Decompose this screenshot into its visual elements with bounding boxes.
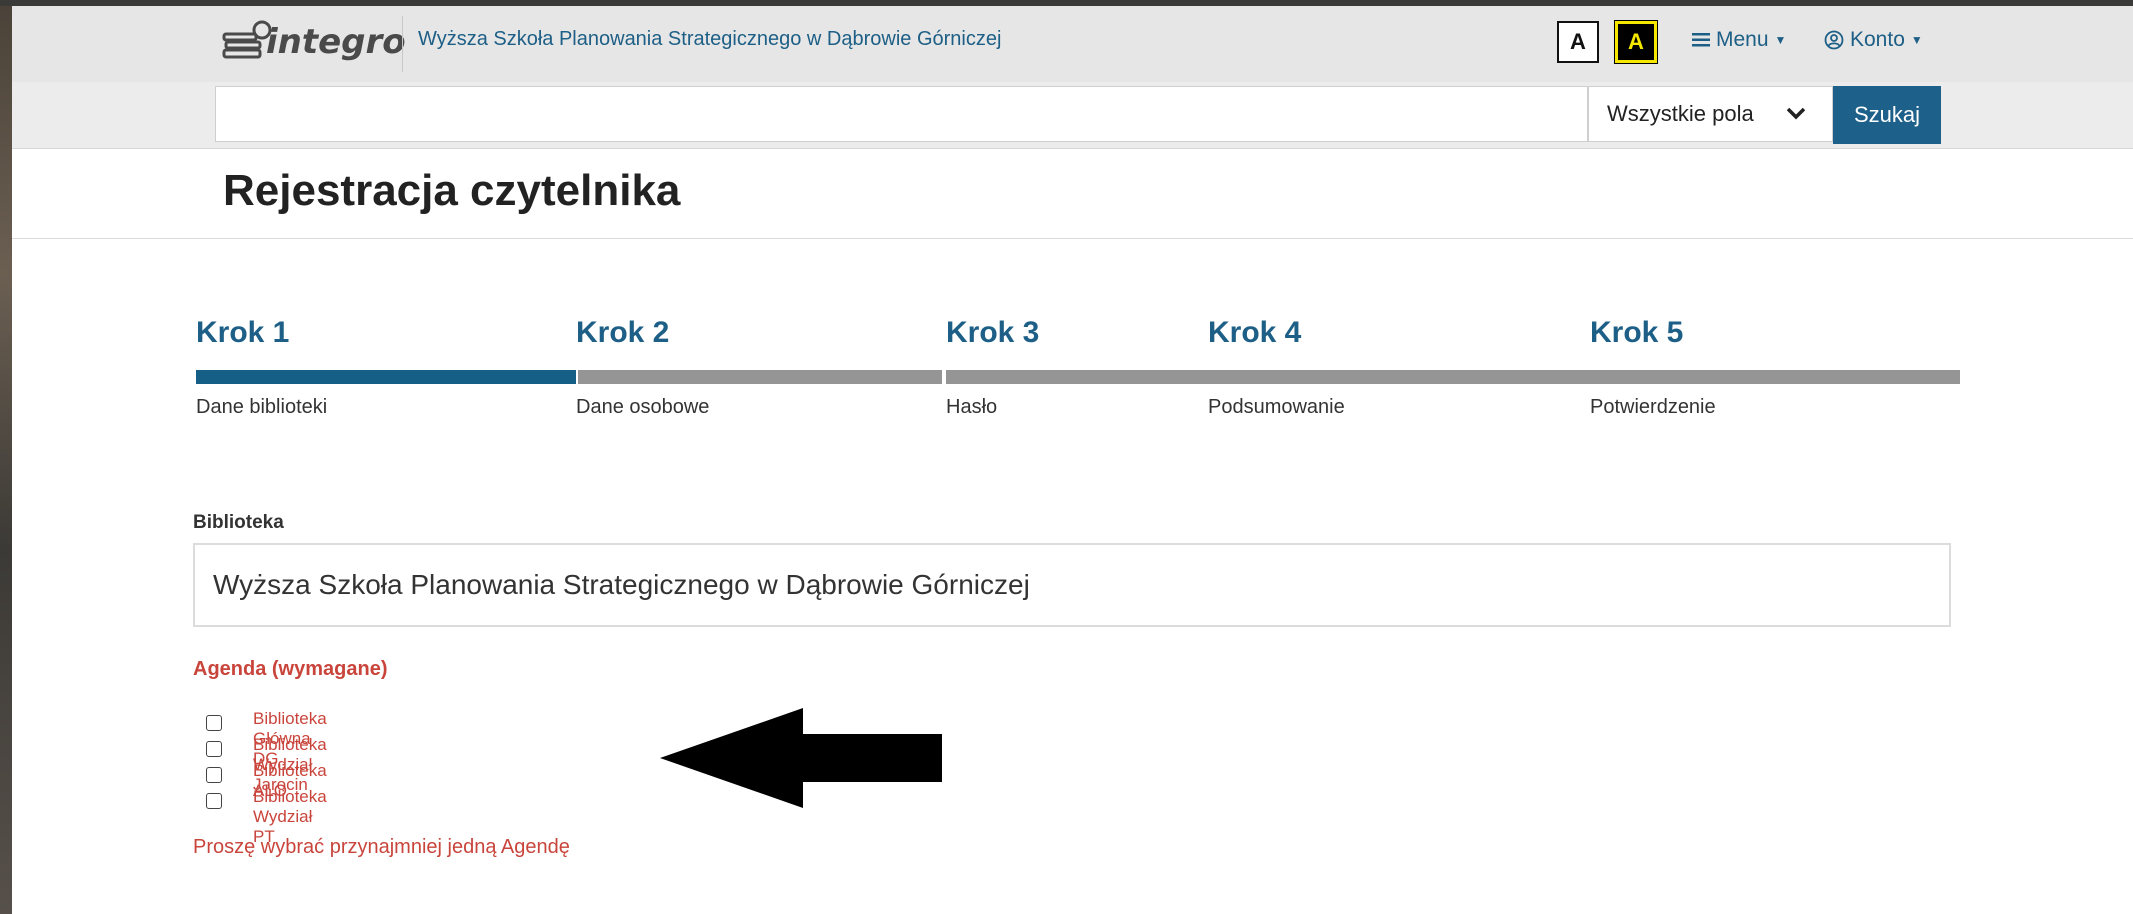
menu-label: Menu: [1716, 28, 1769, 51]
agenda-label: Agenda (wymagane): [193, 658, 388, 680]
step-4: Krok 4 Podsumowanie: [1208, 316, 1594, 419]
agenda-checkbox[interactable]: [206, 793, 222, 809]
agenda-error-message: Proszę wybrać przynajmniej jedną Agendę: [193, 836, 570, 858]
agenda-option[interactable]: Biblioteka Główna DG: [193, 708, 327, 768]
search-field-select[interactable]: Wszystkie pola: [1588, 86, 1833, 142]
step-description: Podsumowanie: [1208, 396, 1345, 418]
step-progress-bar: [578, 370, 942, 384]
logo-text: integro: [266, 22, 406, 62]
step-label: Krok 1: [196, 316, 290, 349]
integro-logo[interactable]: integro: [222, 14, 410, 70]
account-label: Konto: [1850, 28, 1905, 51]
step-description: Dane osobowe: [576, 396, 710, 418]
search-button[interactable]: Szukaj: [1833, 86, 1941, 144]
agenda-checkbox[interactable]: [206, 741, 222, 757]
step-1: Krok 1 Dane biblioteki: [196, 316, 576, 419]
high-contrast-button[interactable]: A: [1614, 20, 1658, 64]
step-3: Krok 3 Hasło: [946, 316, 1214, 419]
books-logo-icon: [222, 20, 272, 59]
site-title-link[interactable]: Wyższa Szkoła Planowania Strategicznego …: [418, 28, 1001, 51]
normal-contrast-button[interactable]: A: [1557, 21, 1599, 63]
agenda-checkbox[interactable]: [206, 767, 222, 783]
step-progress-bar: [196, 370, 576, 384]
page: integro Wyższa Szkoła Planowania Strateg…: [12, 6, 2133, 914]
caret-down-icon: ▼: [1910, 33, 1923, 47]
step-progress-bar: [1592, 370, 1960, 384]
library-field: Wyższa Szkoła Planowania Strategicznego …: [193, 543, 1951, 627]
account-dropdown[interactable]: Konto ▼: [1824, 28, 1923, 52]
agenda-option[interactable]: Biblioteka Wydział PT: [193, 786, 327, 846]
step-label: Krok 4: [1208, 316, 1302, 349]
step-5: Krok 5 Potwierdzenie: [1590, 316, 1960, 419]
library-label: Biblioteka: [193, 512, 284, 533]
chevron-down-icon: [1786, 107, 1806, 120]
agenda-checkbox-list: Biblioteka Główna DG Biblioteka Wydział …: [193, 708, 327, 846]
step-label: Krok 2: [576, 316, 670, 349]
step-label: Krok 3: [946, 316, 1040, 349]
title-divider: [12, 238, 2133, 239]
step-description: Hasło: [946, 396, 998, 418]
agenda-checkbox[interactable]: [206, 715, 222, 731]
left-arrow-annotation-icon: [660, 708, 942, 808]
caret-down-icon: ▼: [1774, 33, 1787, 47]
logo-divider: [402, 16, 403, 72]
menu-dropdown[interactable]: Menu ▼: [1692, 28, 1786, 52]
background-edge: [0, 0, 12, 914]
search-input[interactable]: [215, 86, 1588, 142]
step-progress-bar: [946, 370, 1214, 384]
agenda-option[interactable]: Biblioteka ALO: [193, 760, 327, 800]
agenda-option[interactable]: Biblioteka Wydział Jarocin: [193, 734, 327, 794]
hamburger-icon: [1692, 33, 1710, 47]
step-description: Dane biblioteki: [196, 396, 328, 418]
user-circle-icon: [1824, 30, 1844, 50]
step-progress-bar: [1210, 370, 1594, 384]
search-field-selected: Wszystkie pola: [1607, 101, 1754, 126]
step-2: Krok 2 Dane osobowe: [576, 316, 942, 419]
search-bar: Wszystkie pola Szukaj: [12, 82, 2133, 149]
step-label: Krok 5: [1590, 316, 1684, 349]
step-description: Potwierdzenie: [1590, 396, 1716, 418]
page-title: Rejestracja czytelnika: [223, 166, 681, 215]
top-navbar: integro Wyższa Szkoła Planowania Strateg…: [12, 6, 2133, 83]
